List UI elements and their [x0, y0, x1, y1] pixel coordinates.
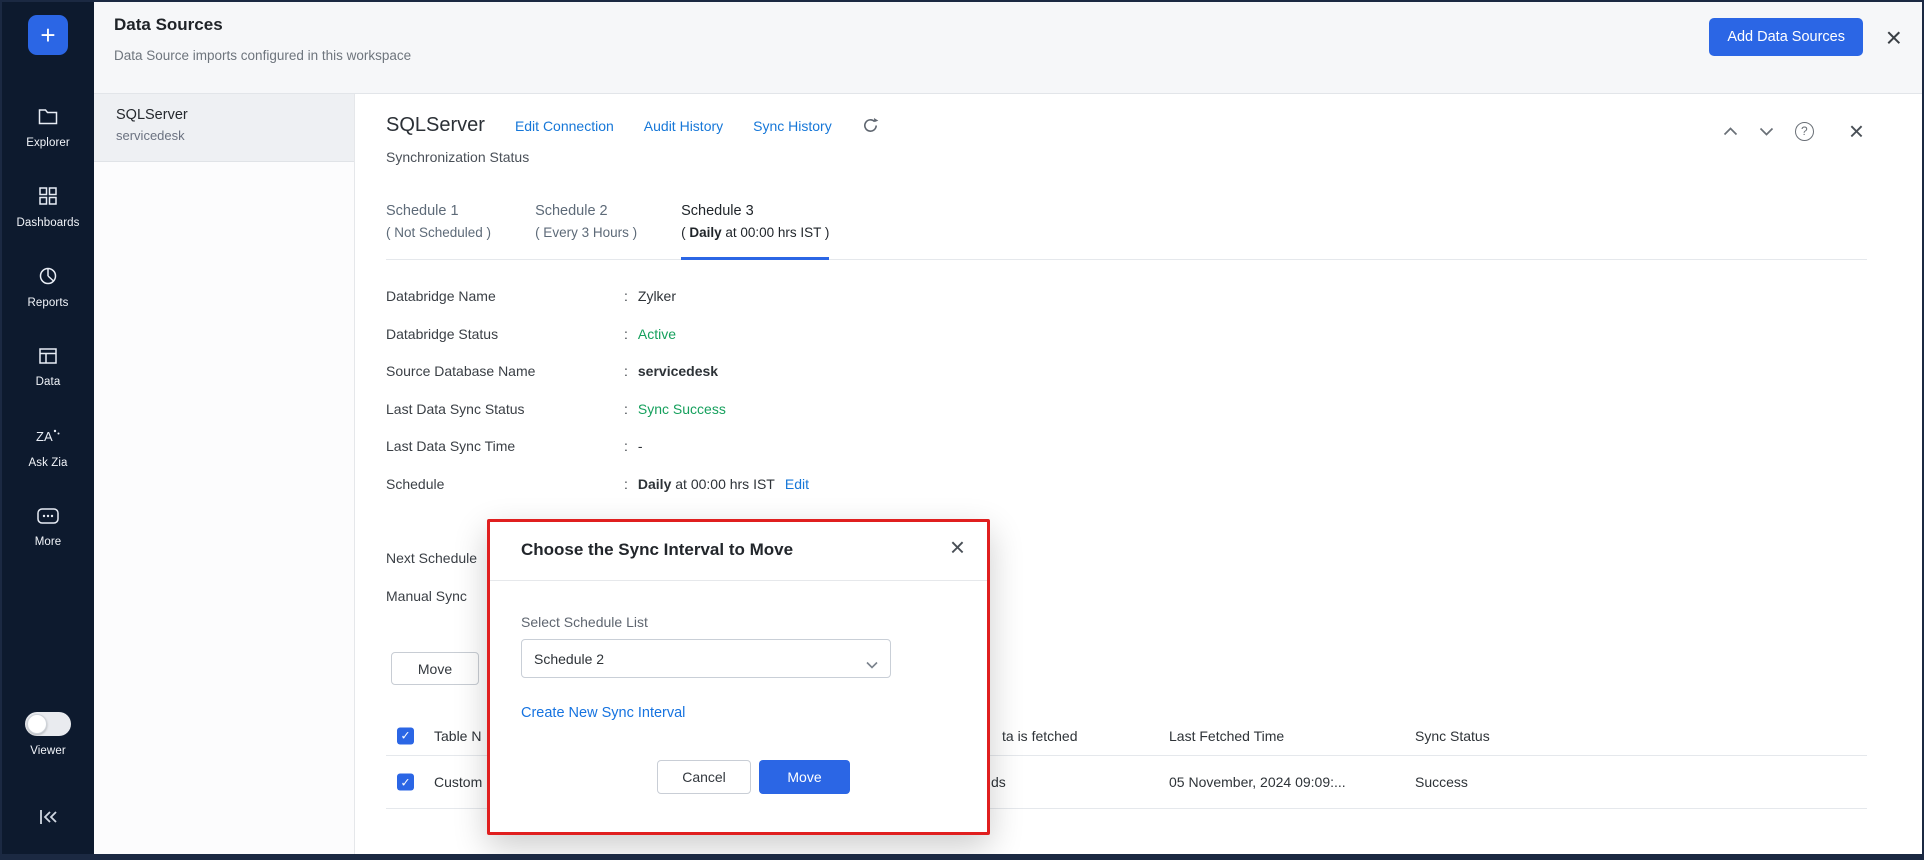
zia-icon: ZA	[35, 427, 61, 450]
audit-history-link[interactable]: Audit History	[644, 118, 723, 134]
sync-history-link[interactable]: Sync History	[753, 118, 832, 134]
detail-row-manual-sync: Manual Sync	[386, 588, 477, 626]
chevron-down-icon	[866, 656, 878, 672]
select-schedule-label: Select Schedule List	[521, 614, 648, 630]
tab-schedule-2[interactable]: Schedule 2 ( Every 3 Hours )	[535, 197, 637, 259]
cancel-button[interactable]: Cancel	[657, 760, 751, 794]
page-subtitle: Data Source imports configured in this w…	[114, 48, 411, 63]
source-list-panel: SQLServer servicedesk	[94, 94, 355, 854]
grid-icon	[39, 187, 57, 210]
source-title: SQLServer	[386, 114, 485, 137]
chevron-up-icon[interactable]	[1723, 127, 1738, 136]
sidebar-item-label: Ask Zia	[28, 457, 67, 469]
sidebar-item-label: Explorer	[26, 137, 70, 149]
dialog-header: Choose the Sync Interval to Move ×	[490, 522, 987, 581]
help-icon[interactable]: ?	[1795, 122, 1814, 141]
move-sync-interval-dialog: Choose the Sync Interval to Move × Selec…	[490, 522, 987, 832]
row-checkbox[interactable]	[397, 774, 414, 791]
dialog-title: Choose the Sync Interval to Move	[521, 540, 793, 560]
status-badge: Active	[638, 326, 676, 364]
add-data-sources-button[interactable]: Add Data Sources	[1709, 18, 1863, 56]
schedule-tabs: Schedule 1 ( Not Scheduled ) Schedule 2 …	[386, 197, 1867, 260]
detail-row-source-database: Source Database Name:servicedesk	[386, 363, 809, 401]
sidebar-item-ask-zia[interactable]: ZA Ask Zia	[2, 410, 94, 486]
viewer-section: Viewer	[2, 712, 94, 757]
detail-row-last-sync-status: Last Data Sync Status:Sync Success	[386, 401, 809, 439]
fetched-cell: ds	[991, 774, 1006, 790]
move-button[interactable]: Move	[391, 652, 479, 685]
table-icon	[39, 348, 57, 369]
sidebar-item-explorer[interactable]: Explorer	[2, 90, 94, 166]
sidebar-item-reports[interactable]: Reports	[2, 250, 94, 326]
toggle-knob	[27, 714, 47, 734]
select-all-checkbox[interactable]	[397, 727, 414, 744]
sidebar-item-label: More	[35, 536, 62, 548]
refresh-icon[interactable]	[862, 117, 879, 134]
sync-details: Databridge Name:Zylker Databridge Status…	[386, 288, 809, 514]
detail-row-last-sync-time: Last Data Sync Time:-	[386, 438, 809, 476]
annotation-highlight: Choose the Sync Interval to Move × Selec…	[487, 519, 990, 835]
tab-schedule-1[interactable]: Schedule 1 ( Not Scheduled )	[386, 197, 491, 259]
viewer-label: Viewer	[30, 745, 66, 757]
sidebar-item-label: Dashboards	[16, 217, 79, 229]
panel-actions: ? ×	[1723, 118, 1864, 144]
left-sidebar: + Explorer Dashboards Reports Data	[2, 2, 94, 854]
svg-text:ZA: ZA	[36, 429, 53, 444]
folder-icon	[38, 108, 58, 130]
create-sync-interval-link[interactable]: Create New Sync Interval	[521, 705, 685, 721]
source-item-sqlserver[interactable]: SQLServer servicedesk	[94, 94, 354, 162]
close-panel-icon[interactable]: ×	[1849, 118, 1864, 144]
pie-chart-icon	[39, 267, 57, 290]
table-name-cell: Custom	[434, 774, 482, 790]
status-badge: Sync Success	[638, 401, 726, 439]
sidebar-item-label: Reports	[28, 297, 69, 309]
source-name: SQLServer	[116, 107, 332, 123]
source-title-row: SQLServer Edit Connection Audit History …	[386, 114, 879, 137]
sidebar-item-data[interactable]: Data	[2, 330, 94, 406]
viewer-toggle[interactable]	[25, 712, 71, 736]
sync-status-header: Sync Status	[1415, 728, 1490, 744]
collapse-sidebar-icon[interactable]	[2, 802, 94, 832]
tab-schedule-3[interactable]: Schedule 3 ( Daily at 00:00 hrs IST )	[681, 197, 829, 259]
detail-row-schedule: Schedule: Daily at 00:00 hrs IST Edit	[386, 476, 809, 514]
table-name-header: Table N	[434, 728, 481, 744]
detail-row-databridge-status: Databridge Status:Active	[386, 326, 809, 364]
sidebar-item-dashboards[interactable]: Dashboards	[2, 170, 94, 246]
page-header: Data Sources Data Source imports configu…	[94, 2, 1922, 94]
app-window: + Explorer Dashboards Reports Data	[0, 0, 1924, 860]
page-title: Data Sources	[114, 15, 223, 35]
sync-status-cell: Success	[1415, 774, 1468, 790]
sidebar-item-label: Data	[36, 376, 61, 388]
schedule-select[interactable]: Schedule 2	[521, 639, 891, 678]
edit-connection-link[interactable]: Edit Connection	[515, 118, 614, 134]
create-button[interactable]: +	[28, 15, 68, 55]
dialog-move-button[interactable]: Move	[759, 760, 850, 794]
detail-row-databridge-name: Databridge Name:Zylker	[386, 288, 809, 326]
last-fetched-cell: 05 November, 2024 09:09:...	[1169, 774, 1346, 790]
source-database: servicedesk	[116, 128, 332, 143]
sidebar-item-more[interactable]: More	[2, 490, 94, 566]
detail-row-next-schedule: Next Schedule	[386, 550, 477, 588]
schedule-select-value: Schedule 2	[534, 651, 604, 667]
chevron-down-icon[interactable]	[1759, 127, 1774, 136]
ellipsis-icon	[37, 508, 59, 529]
last-fetched-header: Last Fetched Time	[1169, 728, 1284, 744]
section-label: Synchronization Status	[386, 149, 529, 165]
edit-schedule-link[interactable]: Edit	[785, 476, 809, 514]
close-icon[interactable]: ×	[1886, 24, 1902, 52]
fetched-header: ta is fetched	[1002, 728, 1078, 744]
dialog-close-icon[interactable]: ×	[950, 534, 965, 560]
partial-rows: Next Schedule Manual Sync	[386, 550, 477, 626]
